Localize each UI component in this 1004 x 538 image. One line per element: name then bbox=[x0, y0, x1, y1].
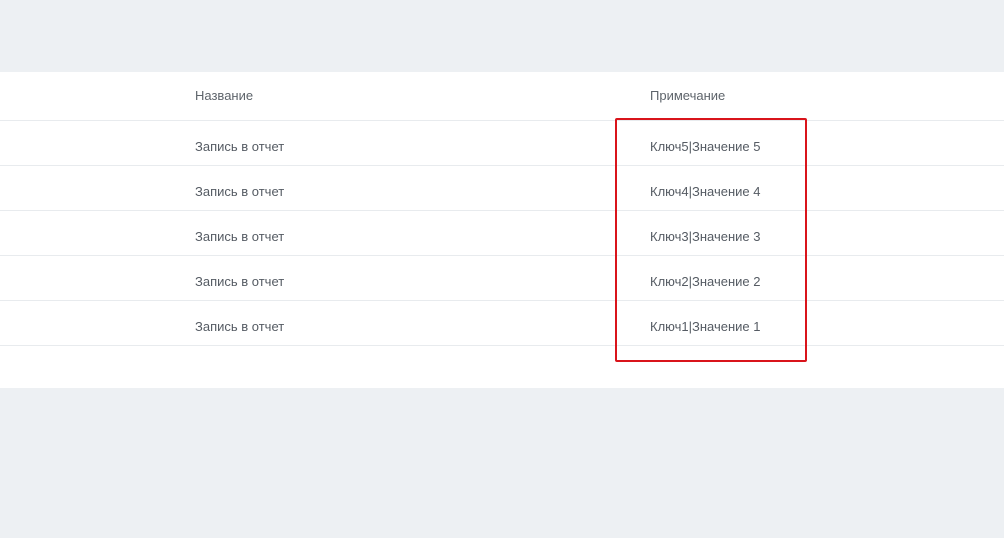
table-row[interactable]: Запись в отчет Ключ1|Значение 1 bbox=[0, 301, 1004, 346]
table-row[interactable]: Запись в отчет Ключ4|Значение 4 bbox=[0, 166, 1004, 211]
table-panel: Название Примечание Запись в отчет Ключ5… bbox=[0, 72, 1004, 388]
row-name-cell: Запись в отчет bbox=[195, 319, 285, 334]
table-row[interactable]: Запись в отчет Ключ2|Значение 2 bbox=[0, 256, 1004, 301]
records-table: Название Примечание Запись в отчет Ключ5… bbox=[0, 72, 1004, 346]
column-header-note[interactable]: Примечание bbox=[650, 72, 725, 120]
column-header-name[interactable]: Название bbox=[195, 72, 253, 120]
table-row[interactable]: Запись в отчет Ключ3|Значение 3 bbox=[0, 211, 1004, 256]
table-row[interactable]: Запись в отчет Ключ5|Значение 5 bbox=[0, 121, 1004, 166]
row-note-cell: Ключ1|Значение 1 bbox=[650, 319, 761, 334]
table-header-row: Название Примечание bbox=[0, 72, 1004, 121]
